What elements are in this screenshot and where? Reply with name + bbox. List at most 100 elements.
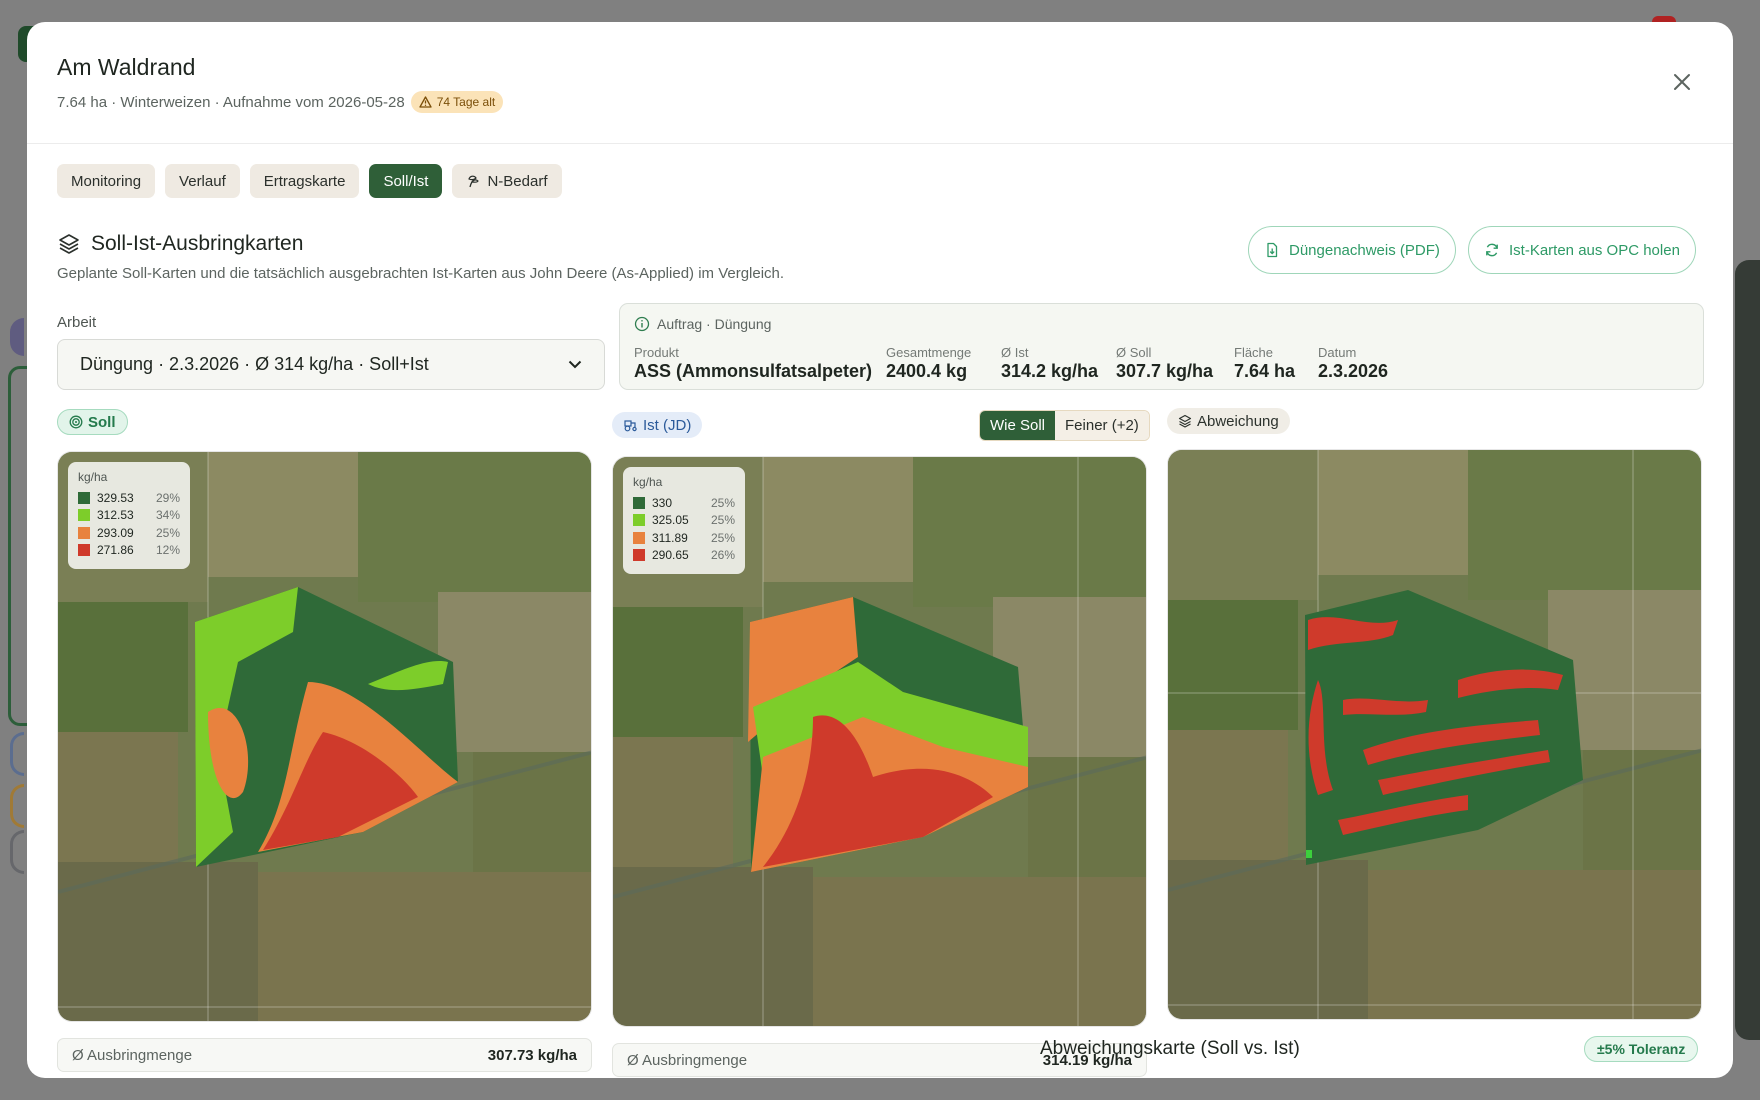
dialog-subtitle: 7.64 ha · Winterweizen · Aufnahme vom 20… (57, 91, 504, 113)
sidebar-marker (10, 732, 24, 776)
dialog-title: Am Waldrand (57, 54, 196, 80)
stat-value: 314.2 kg/ha (1001, 361, 1099, 381)
legend-row: 290.65 26% (633, 547, 735, 565)
stat-label: Ø Ist (1001, 345, 1029, 360)
section-title: Soll-Ist-Ausbringkarten (91, 232, 304, 255)
ist-map[interactable]: kg/ha 330 25% 325.05 25% 311.89 25% 290.65 2… (612, 456, 1147, 1027)
legend-pct: 25% (155, 525, 180, 540)
order-summary: Auftrag · Düngung Produkt ASS (Ammonsulfa… (619, 303, 1704, 390)
fetch-opc-button[interactable]: Ist-Karten aus OPC holen (1468, 226, 1696, 274)
fetch-opc-label: Ist-Karten aus OPC holen (1509, 241, 1680, 259)
arbeit-select-value: Düngung · 2.3.2026 · Ø 314 kg/ha · Soll+… (80, 354, 429, 374)
legend-swatch (78, 509, 90, 522)
stat-label: Gesamtmenge (886, 345, 972, 360)
stat-avg-ist: Ø Ist 314.2 kg/ha (1001, 345, 1098, 382)
ist-pill: Ist (JD) (612, 412, 703, 438)
dialog-header: Am Waldrand 7.64 ha · Winterweizen · Auf… (27, 22, 1733, 144)
legend-pct: 25% (710, 495, 735, 510)
soll-avg-value: 307.73 kg/ha (487, 1046, 577, 1064)
section-description: Geplante Soll-Karten und die tatsächlich… (57, 265, 785, 282)
abweichung-map[interactable] (1167, 449, 1702, 1020)
legend-pct: 29% (155, 490, 180, 505)
legend-value: 330 (652, 495, 673, 510)
pdf-export-label: Düngenachweis (PDF) (1289, 241, 1440, 259)
stat-value: 2.3.2026 (1318, 361, 1389, 381)
resolution-finer-button[interactable]: Feiner (+2) (1055, 411, 1149, 440)
sidebar-marker (10, 784, 24, 828)
resolution-same-button[interactable]: Wie Soll (980, 411, 1056, 440)
tab-bar: Monitoring Verlauf Ertragskarte Soll/Ist… (57, 164, 562, 198)
stat-avg-soll: Ø Soll 307.7 kg/ha (1116, 345, 1213, 382)
layers-icon (59, 234, 79, 254)
legend-pct: 34% (155, 508, 180, 523)
tolerance-badge: ±5% Toleranz (1584, 1036, 1699, 1062)
sidebar-marker (10, 830, 24, 874)
tab-n-bedarf-label: N-Bedarf (487, 172, 548, 190)
stat-datum: Datum 2.3.2026 (1318, 345, 1388, 382)
age-badge-label: 74 Tage alt (436, 95, 496, 109)
legend-value: 312.53 (97, 508, 134, 523)
legend-pct: 25% (710, 530, 735, 545)
legend-unit: kg/ha (633, 475, 663, 489)
legend-value: 311.89 (652, 530, 688, 545)
legend-pct: 25% (710, 513, 735, 528)
tab-soll-ist[interactable]: Soll/Ist (369, 164, 443, 198)
stat-produkt: Produkt ASS (Ammonsulfatsalpeter) (634, 345, 872, 382)
info-icon (634, 316, 650, 332)
soll-avg-bar: Ø Ausbringmenge 307.73 kg/ha (57, 1038, 592, 1072)
background-panel (1735, 260, 1760, 1040)
sprout-icon (468, 175, 480, 188)
legend-row: 329.53 29% (78, 489, 180, 507)
legend-row: 293.09 25% (78, 524, 180, 542)
legend-row: 312.53 34% (78, 507, 180, 525)
legend-pct: 12% (155, 543, 180, 558)
layers-icon (1178, 414, 1192, 428)
legend-value: 329.53 (97, 490, 134, 505)
abweichung-map-canvas (1168, 450, 1701, 1019)
ist-legend: kg/ha 330 25% 325.05 25% 311.89 25% 290.65 2… (623, 467, 745, 574)
tab-ertragskarte[interactable]: Ertragskarte (249, 164, 360, 198)
tab-n-bedarf[interactable]: N-Bedarf (452, 164, 562, 198)
order-summary-title: Auftrag · Düngung (657, 316, 772, 332)
close-icon (1674, 74, 1690, 90)
stat-value: 2400.4 kg (886, 361, 968, 381)
legend-row: 330 25% (633, 494, 735, 512)
stat-flaeche: Fläche 7.64 ha (1234, 345, 1295, 382)
arbeit-select[interactable]: Düngung · 2.3.2026 · Ø 314 kg/ha · Soll+… (57, 339, 605, 390)
soll-pill-label: Soll (88, 413, 116, 431)
legend-value: 293.09 (97, 525, 134, 540)
stat-gesamtmenge: Gesamtmenge 2400.4 kg (886, 345, 971, 382)
refresh-icon (1486, 243, 1498, 257)
stat-label: Datum (1318, 345, 1357, 360)
field-meta: 7.64 ha · Winterweizen · Aufnahme vom 20… (57, 93, 405, 111)
warning-icon (419, 96, 432, 108)
legend-unit: kg/ha (78, 470, 108, 484)
soll-pill: Soll (57, 409, 128, 435)
stat-label: Fläche (1234, 345, 1274, 360)
tractor-icon (624, 420, 637, 432)
pdf-export-button[interactable]: Düngenachweis (PDF) (1248, 226, 1456, 274)
stat-label: Produkt (634, 345, 679, 360)
legend-value: 290.65 (652, 548, 689, 563)
legend-swatch (78, 526, 90, 539)
legend-swatch (633, 514, 645, 527)
legend-row: 311.89 25% (633, 529, 735, 547)
sidebar-marker (10, 318, 24, 356)
close-button[interactable] (1670, 70, 1694, 94)
stat-label: Ø Soll (1116, 345, 1152, 360)
age-badge: 74 Tage alt (410, 91, 504, 113)
legend-value: 271.86 (97, 543, 134, 558)
legend-swatch (633, 531, 645, 544)
chevron-down-icon (568, 360, 582, 369)
legend-swatch (633, 496, 645, 509)
resolution-toggle: Wie Soll Feiner (+2) (979, 410, 1150, 441)
legend-value: 325.05 (652, 513, 689, 528)
legend-swatch (78, 544, 90, 557)
legend-row: 271.86 12% (78, 542, 180, 560)
stat-value: 7.64 ha (1234, 361, 1296, 381)
tab-monitoring[interactable]: Monitoring (57, 164, 156, 198)
soll-map[interactable]: kg/ha 329.53 29% 312.53 34% 293.09 25% 271.… (57, 451, 592, 1022)
tab-verlauf[interactable]: Verlauf (165, 164, 240, 198)
legend-swatch (78, 491, 90, 504)
legend-swatch (633, 549, 645, 562)
